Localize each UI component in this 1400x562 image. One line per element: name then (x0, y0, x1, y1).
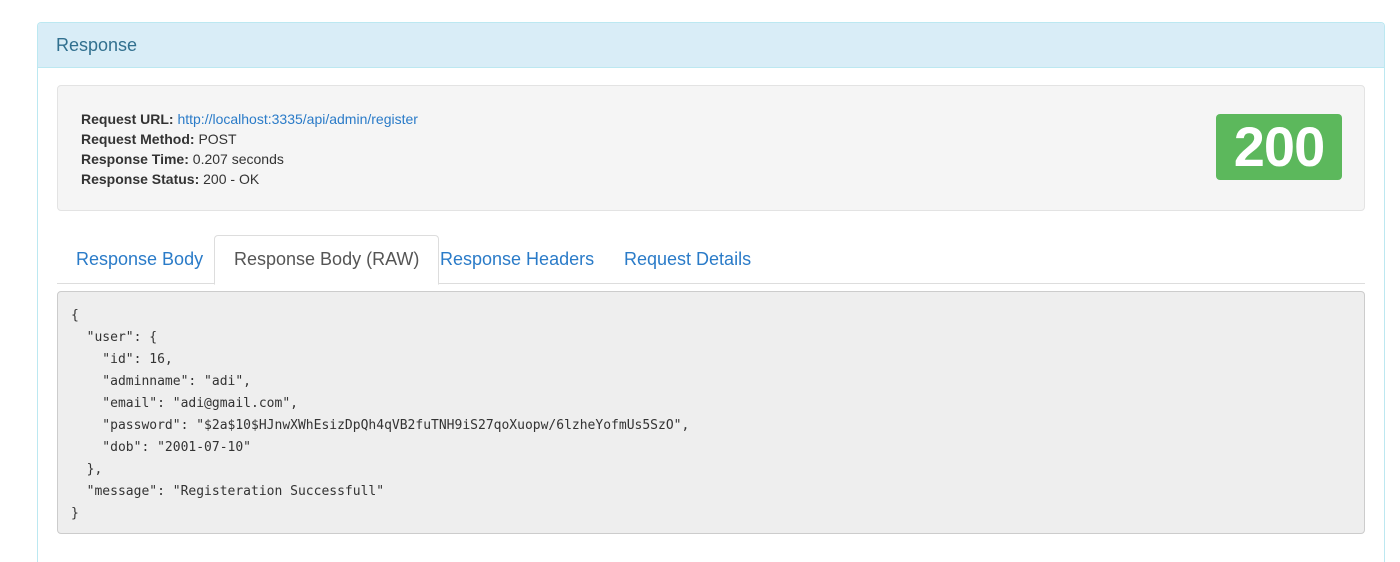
tab-request-details[interactable]: Request Details (605, 235, 770, 284)
request-url-label: Request URL: (81, 111, 174, 127)
request-url-link[interactable]: http://localhost:3335/api/admin/register (177, 111, 417, 127)
tab-response-body[interactable]: Response Body (57, 235, 222, 284)
request-method-line: Request Method: POST (81, 129, 418, 149)
request-url-line: Request URL: http://localhost:3335/api/a… (81, 109, 418, 129)
response-status-label: Response Status: (81, 171, 200, 187)
request-info: Request URL: http://localhost:3335/api/a… (81, 109, 418, 189)
response-body-code: { "user": { "id": 16, "adminname": "adi"… (57, 291, 1365, 534)
status-code-badge: 200 (1216, 114, 1342, 180)
response-status-value: 200 - OK (203, 171, 260, 187)
request-method-label: Request Method: (81, 131, 195, 147)
response-time-value: 0.207 seconds (192, 151, 284, 167)
response-panel: Response Request URL: http://localhost:3… (37, 22, 1385, 562)
panel-title: Response (56, 34, 138, 55)
tab-response-headers[interactable]: Response Headers (421, 235, 613, 284)
response-tabs: Response Body Response Body (RAW) Respon… (57, 235, 1365, 285)
request-method-value: POST (198, 131, 237, 147)
panel-heading: Response (38, 23, 1384, 68)
response-time-label: Response Time: (81, 151, 189, 167)
response-status-line: Response Status: 200 - OK (81, 169, 418, 189)
request-info-well: Request URL: http://localhost:3335/api/a… (57, 85, 1365, 211)
response-time-line: Response Time: 0.207 seconds (81, 149, 418, 169)
tab-response-body-raw[interactable]: Response Body (RAW) (214, 235, 440, 285)
